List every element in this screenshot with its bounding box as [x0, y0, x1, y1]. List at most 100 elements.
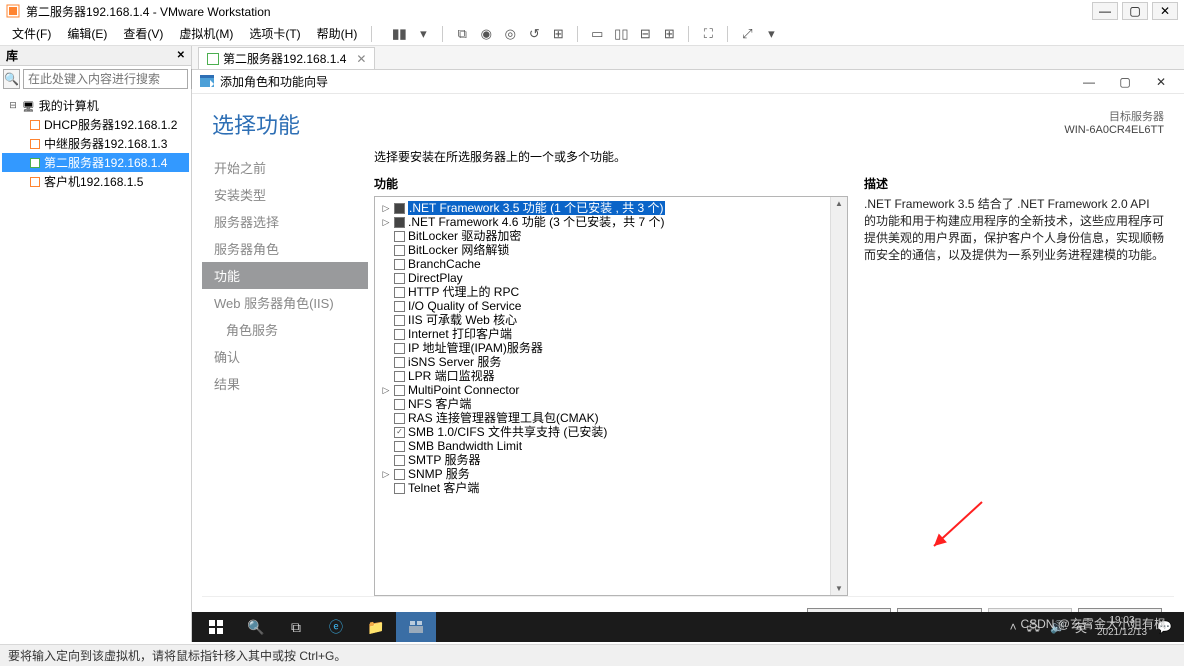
checkbox[interactable]: [394, 441, 405, 452]
feature-item[interactable]: BitLocker 网络解锁: [381, 243, 824, 257]
search-icon[interactable]: 🔍: [236, 612, 276, 642]
feature-item[interactable]: LPR 端口监视器: [381, 369, 824, 383]
nav-features[interactable]: 功能: [202, 262, 368, 289]
server-manager-icon[interactable]: [396, 612, 436, 642]
feature-item[interactable]: RAS 连接管理器管理工具包(CMAK): [381, 411, 824, 425]
feature-item[interactable]: IIS 可承载 Web 核心: [381, 313, 824, 327]
feature-item[interactable]: Internet 打印客户端: [381, 327, 824, 341]
feature-item[interactable]: ▷.NET Framework 3.5 功能 (1 个已安装 , 共 3 个): [381, 201, 824, 215]
feature-item[interactable]: IP 地址管理(IPAM)服务器: [381, 341, 824, 355]
vm-item-selected[interactable]: 第二服务器192.168.1.4: [2, 153, 189, 172]
wizard-minimize-icon[interactable]: —: [1074, 73, 1104, 91]
layout-4-icon[interactable]: ⊞: [660, 25, 678, 43]
checkbox[interactable]: [394, 483, 405, 494]
menu-view[interactable]: 查看(V): [117, 23, 169, 44]
feature-item[interactable]: DirectPlay: [381, 271, 824, 285]
tray-up-icon[interactable]: ˄: [1010, 620, 1017, 634]
checkbox[interactable]: [394, 259, 405, 270]
nav-role-services[interactable]: 角色服务: [202, 316, 368, 343]
checkbox[interactable]: [394, 287, 405, 298]
menu-edit[interactable]: 编辑(E): [61, 23, 113, 44]
layout-1-icon[interactable]: ▭: [588, 25, 606, 43]
feature-item[interactable]: ▷.NET Framework 4.6 功能 (3 个已安装，共 7 个): [381, 215, 824, 229]
search-icon[interactable]: 🔍: [3, 69, 20, 89]
feature-item[interactable]: Telnet 客户端: [381, 481, 824, 495]
tray-ime[interactable]: 英: [1075, 619, 1087, 636]
dropdown-icon[interactable]: ▾: [762, 25, 780, 43]
wizard-close-icon[interactable]: ✕: [1146, 73, 1176, 91]
start-button[interactable]: [196, 612, 236, 642]
tray-network-icon[interactable]: 🖧: [1027, 617, 1040, 638]
checkbox[interactable]: [394, 413, 405, 424]
checkbox[interactable]: [394, 357, 405, 368]
snapshot-manager-icon[interactable]: ◎: [501, 25, 519, 43]
nav-confirm[interactable]: 确认: [202, 343, 368, 370]
menu-help[interactable]: 帮助(H): [311, 23, 364, 44]
feature-item[interactable]: I/O Quality of Service: [381, 299, 824, 313]
checkbox[interactable]: [394, 455, 405, 466]
tray-notifications-icon[interactable]: 💬: [1157, 620, 1172, 634]
layout-2-icon[interactable]: ▯▯: [612, 25, 630, 43]
checkbox[interactable]: [394, 315, 405, 326]
tray-volume-icon[interactable]: 🔊: [1050, 620, 1065, 634]
task-view-icon[interactable]: ⧉: [276, 612, 316, 642]
send-ctrl-alt-del-icon[interactable]: ⧉: [453, 25, 471, 43]
feature-item[interactable]: ▷MultiPoint Connector: [381, 383, 824, 397]
menu-vm[interactable]: 虚拟机(M): [173, 23, 239, 44]
expand-icon[interactable]: ▷: [381, 215, 391, 229]
scrollbar[interactable]: ▲ ▼: [830, 197, 847, 595]
pause-icon[interactable]: ▮▮: [390, 25, 408, 43]
nav-server-selection[interactable]: 服务器选择: [202, 208, 368, 235]
nav-server-roles[interactable]: 服务器角色: [202, 235, 368, 262]
feature-item[interactable]: SMTP 服务器: [381, 453, 824, 467]
checkbox[interactable]: [394, 371, 405, 382]
vm-tab[interactable]: 第二服务器192.168.1.4 ✕: [198, 47, 375, 69]
vm-item[interactable]: 中继服务器192.168.1.3: [2, 134, 189, 153]
checkbox[interactable]: [394, 399, 405, 410]
checkbox[interactable]: [394, 301, 405, 312]
search-input[interactable]: [23, 69, 188, 89]
feature-item[interactable]: BranchCache: [381, 257, 824, 271]
expand-icon[interactable]: ▷: [381, 383, 391, 397]
layout-3-icon[interactable]: ⊟: [636, 25, 654, 43]
feature-item[interactable]: iSNS Server 服务: [381, 355, 824, 369]
feature-item[interactable]: SMB Bandwidth Limit: [381, 439, 824, 453]
nav-before-you-begin[interactable]: 开始之前: [202, 154, 368, 181]
dropdown-icon[interactable]: ▾: [414, 25, 432, 43]
menu-file[interactable]: 文件(F): [6, 23, 57, 44]
feature-item[interactable]: HTTP 代理上的 RPC: [381, 285, 824, 299]
checkbox[interactable]: [394, 217, 405, 228]
close-panel-icon[interactable]: ✕: [177, 50, 185, 61]
feature-item[interactable]: BitLocker 驱动器加密: [381, 229, 824, 243]
checkbox[interactable]: [394, 245, 405, 256]
scroll-down-icon[interactable]: ▼: [835, 584, 843, 593]
tab-close-icon[interactable]: ✕: [356, 52, 366, 66]
vm-item[interactable]: 客户机192.168.1.5: [2, 172, 189, 191]
checkbox[interactable]: [394, 273, 405, 284]
close-button[interactable]: ✕: [1152, 2, 1178, 20]
ie-icon[interactable]: ⓔ: [316, 612, 356, 642]
checkbox[interactable]: [394, 203, 405, 214]
expand-icon[interactable]: ▷: [381, 201, 391, 215]
snapshot-icon[interactable]: ◉: [477, 25, 495, 43]
feature-item[interactable]: SMB 1.0/CIFS 文件共享支持 (已安装): [381, 425, 824, 439]
minimize-button[interactable]: —: [1092, 2, 1118, 20]
nav-install-type[interactable]: 安装类型: [202, 181, 368, 208]
nav-iis-role[interactable]: Web 服务器角色(IIS): [202, 289, 368, 316]
checkbox[interactable]: [394, 231, 405, 242]
checkbox[interactable]: [394, 385, 405, 396]
wizard-maximize-icon[interactable]: ▢: [1110, 73, 1140, 91]
unity-icon[interactable]: ⤢: [738, 25, 756, 43]
explorer-icon[interactable]: 📁: [356, 612, 396, 642]
checkbox[interactable]: [394, 343, 405, 354]
feature-item[interactable]: ▷SNMP 服务: [381, 467, 824, 481]
feature-item[interactable]: NFS 客户端: [381, 397, 824, 411]
tree-root[interactable]: ⊟ 我的计算机: [2, 96, 189, 115]
manage-icon[interactable]: ⊞: [549, 25, 567, 43]
scroll-up-icon[interactable]: ▲: [835, 199, 843, 208]
checkbox[interactable]: [394, 329, 405, 340]
checkbox[interactable]: [394, 427, 405, 438]
collapse-icon[interactable]: ⊟: [8, 100, 18, 111]
revert-icon[interactable]: ↺: [525, 25, 543, 43]
menu-tabs[interactable]: 选项卡(T): [243, 23, 306, 44]
